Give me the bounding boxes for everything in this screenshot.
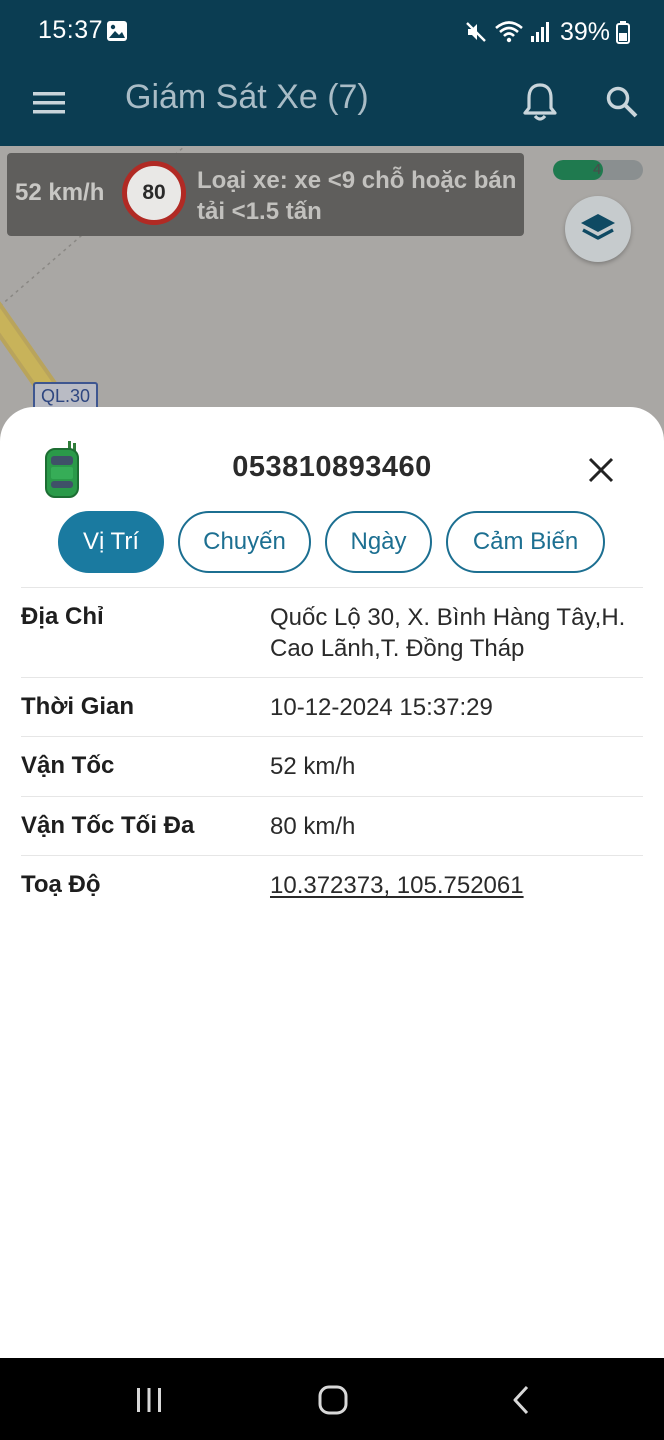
search-button[interactable]	[600, 78, 644, 126]
notifications-button[interactable]	[516, 78, 564, 126]
back-icon	[513, 1385, 529, 1415]
vehicle-plate: 053810893460	[232, 451, 432, 483]
close-icon	[588, 457, 614, 483]
tab-sensors[interactable]: Cảm Biến	[446, 511, 605, 573]
info-label: Vận Tốc Tối Đa	[21, 812, 195, 839]
wifi-icon	[495, 21, 523, 43]
recent-apps-icon	[137, 1388, 161, 1412]
system-nav-bar	[0, 1358, 664, 1440]
status-icons: 39%	[464, 16, 630, 48]
info-value: 10-12-2024 15:37:29	[270, 694, 493, 721]
progress-label: 4	[593, 161, 602, 178]
speed-limit-sign: 80	[122, 161, 186, 225]
signal-icon	[530, 22, 549, 42]
app-bar: Giám Sát Xe (7)	[0, 64, 664, 146]
info-value: 52 km/h	[270, 753, 356, 780]
road-label: QL.30	[33, 382, 99, 410]
info-value: 80 km/h	[270, 813, 356, 840]
bell-icon	[523, 83, 557, 121]
progress-indicator: 4	[553, 160, 643, 180]
gallery-icon	[107, 21, 127, 41]
info-row-coordinates: Toạ Độ 10.372373, 105.752061	[21, 855, 643, 915]
layers-icon	[581, 214, 615, 240]
screen: 15:37 39% Giám Sát Xe (7) 52 km/h 80 Loạ…	[0, 0, 664, 1440]
battery-icon	[616, 21, 630, 44]
map-layers-button[interactable]	[565, 196, 631, 262]
mute-icon	[466, 22, 486, 42]
tab-location[interactable]: Vị Trí	[58, 511, 164, 573]
page-title: Giám Sát Xe (7)	[125, 78, 369, 116]
info-row-address: Địa Chỉ Quốc Lộ 30, X. Bình Hàng Tây,H. …	[21, 587, 643, 677]
speed-info-panel: 52 km/h 80 Loại xe: xe <9 chỗ hoặc bán t…	[7, 153, 524, 236]
speed-limit-value: 80	[142, 181, 166, 204]
vehicle-type-text: Loại xe: xe <9 chỗ hoặc bán tải <1.5 tấn	[197, 167, 517, 225]
info-label: Thời Gian	[21, 693, 135, 720]
menu-button[interactable]	[28, 82, 70, 124]
current-speed: 52 km/h	[15, 179, 105, 206]
vehicle-detail-sheet: 053810893460 Vị Trí Chuyến Ngày Cảm Biến…	[0, 407, 664, 1359]
info-row-max-speed: Vận Tốc Tối Đa 80 km/h	[21, 796, 643, 855]
home-icon	[318, 1385, 348, 1415]
home-button[interactable]	[312, 1380, 354, 1420]
recent-apps-button[interactable]	[128, 1380, 170, 1420]
back-button[interactable]	[500, 1380, 542, 1420]
info-label: Toạ Độ	[21, 871, 101, 898]
info-label: Vận Tốc	[21, 752, 115, 779]
info-row-time: Thời Gian 10-12-2024 15:37:29	[21, 677, 643, 736]
map-view[interactable]: 52 km/h 80 Loại xe: xe <9 chỗ hoặc bán t…	[0, 146, 664, 446]
coordinates-link[interactable]: 10.372373, 105.752061	[270, 870, 650, 901]
close-button[interactable]	[582, 451, 620, 489]
info-row-speed: Vận Tốc 52 km/h	[21, 736, 643, 796]
info-value: Quốc Lộ 30, X. Bình Hàng Tây,H. Cao Lãnh…	[270, 604, 626, 662]
info-label: Địa Chỉ	[21, 603, 104, 630]
info-table: Địa Chỉ Quốc Lộ 30, X. Bình Hàng Tây,H. …	[0, 587, 664, 915]
search-icon	[606, 86, 638, 118]
tab-day[interactable]: Ngày	[325, 511, 432, 573]
status-bar: 15:37 39%	[0, 0, 664, 64]
menu-icon	[33, 92, 65, 114]
tab-trips[interactable]: Chuyến	[178, 511, 311, 573]
status-time: 15:37	[38, 16, 104, 44]
battery-percent: 39%	[559, 17, 610, 46]
